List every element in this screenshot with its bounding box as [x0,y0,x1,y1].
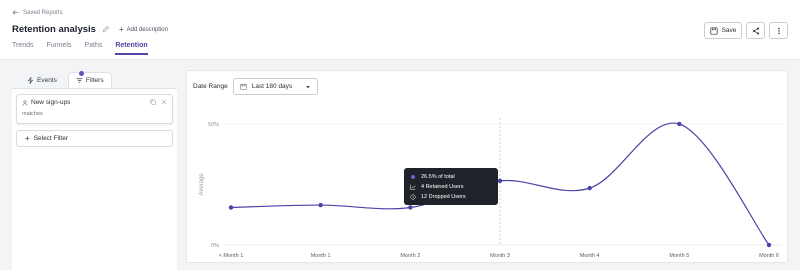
series-dot-icon [411,175,415,179]
save-button-label: Save [721,27,737,34]
y-tick-label: 50% [208,122,219,128]
tab-events-label: Events [37,77,57,84]
query-panel: Events Filters New sign-ups matches + Se… [12,70,177,270]
tooltip-row-dropped: 12 Dropped Users [410,192,492,202]
tooltip-percent: 26.5% of total [421,174,455,180]
more-vertical-icon [777,27,780,34]
chart-tooltip: 26.5% of total 4 Retained Users 12 Dropp… [404,168,498,205]
filter-card[interactable]: New sign-ups matches [16,94,173,124]
chevron-down-icon [306,85,310,88]
user-icon [22,99,28,106]
close-icon[interactable] [161,99,167,105]
line-chart-icon [410,184,416,190]
x-tick-label: Month 2 [400,253,420,259]
plus-icon: + [118,24,124,34]
add-description-button[interactable]: + Add description [118,24,168,34]
share-button[interactable] [746,22,765,39]
filter-count-badge [78,71,84,76]
tab-trends[interactable]: Trends [12,42,34,55]
main-content: Events Filters New sign-ups matches + Se… [0,60,800,270]
y-tick-label: 0% [211,243,219,249]
data-point [587,185,592,191]
date-range-value: Last 180 days [251,83,293,90]
more-options-button[interactable] [769,22,788,39]
filters-panel: New sign-ups matches + Select Filter [12,88,177,270]
header-actions: Save [704,22,788,39]
tooltip-retained: 4 Retained Users [421,184,464,190]
data-point [318,202,323,208]
data-point [497,178,503,184]
query-panel-tabs: Events Filters [12,70,177,88]
filter-name: New sign-ups [31,99,71,106]
back-link-label: Saved Reports [23,9,63,16]
page-title: Retention analysis [12,24,96,35]
arrow-left-icon [12,10,19,15]
date-range-label: Date Range [193,83,228,90]
x-tick-label: Month 5 [669,253,689,259]
save-icon [710,26,718,35]
data-point [228,205,234,210]
select-filter-button[interactable]: + Select Filter [16,130,173,147]
share-icon [752,27,759,34]
date-range-select[interactable]: Last 180 days [232,78,319,95]
filter-card-actions [150,99,167,105]
x-tick-label: Month 4 [580,253,600,259]
report-tabs: Trends Funnels Paths Retention [12,42,148,55]
filter-lines-icon [76,78,83,83]
data-point [408,205,413,210]
save-button[interactable]: Save [704,22,742,39]
calendar-icon [240,83,247,90]
lightning-icon [27,77,34,84]
tab-filters[interactable]: Filters [67,71,112,88]
data-point [677,121,682,127]
date-range-row: Date Range Last 180 days [193,78,319,95]
x-tick-label: < Month 1 [219,253,244,259]
x-tick-label: Month 6 [759,253,779,259]
y-axis-label: Average [199,173,205,196]
tooltip-row-percent: 26.5% of total [410,172,492,182]
report-header: Saved Reports Retention analysis + Add d… [0,0,800,60]
pencil-icon[interactable] [102,26,109,33]
plus-icon: + [25,134,30,143]
select-filter-label: Select Filter [33,135,68,142]
tab-filters-label: Filters [85,77,104,84]
tab-paths[interactable]: Paths [84,42,102,55]
tab-funnels[interactable]: Funnels [47,42,72,55]
tab-events[interactable]: Events [20,73,64,88]
chart-panel: 50% 0% Average < Month 1 Month 1 Month 2 Month… [186,70,788,263]
data-point [766,242,772,248]
clock-icon [410,194,416,200]
filter-subtitle: matches [22,111,43,117]
tab-retention[interactable]: Retention [115,42,148,55]
filter-card-title: New sign-ups [22,99,167,106]
x-tick-label: Month 3 [490,253,510,259]
tooltip-row-retained: 4 Retained Users [410,182,492,192]
tooltip-dropped: 12 Dropped Users [421,194,466,200]
add-description-label: Add description [126,26,168,33]
back-link[interactable]: Saved Reports [12,9,63,16]
title-row: Retention analysis + Add description [12,24,168,35]
copy-icon[interactable] [150,99,156,105]
x-tick-label: Month 1 [311,253,331,259]
